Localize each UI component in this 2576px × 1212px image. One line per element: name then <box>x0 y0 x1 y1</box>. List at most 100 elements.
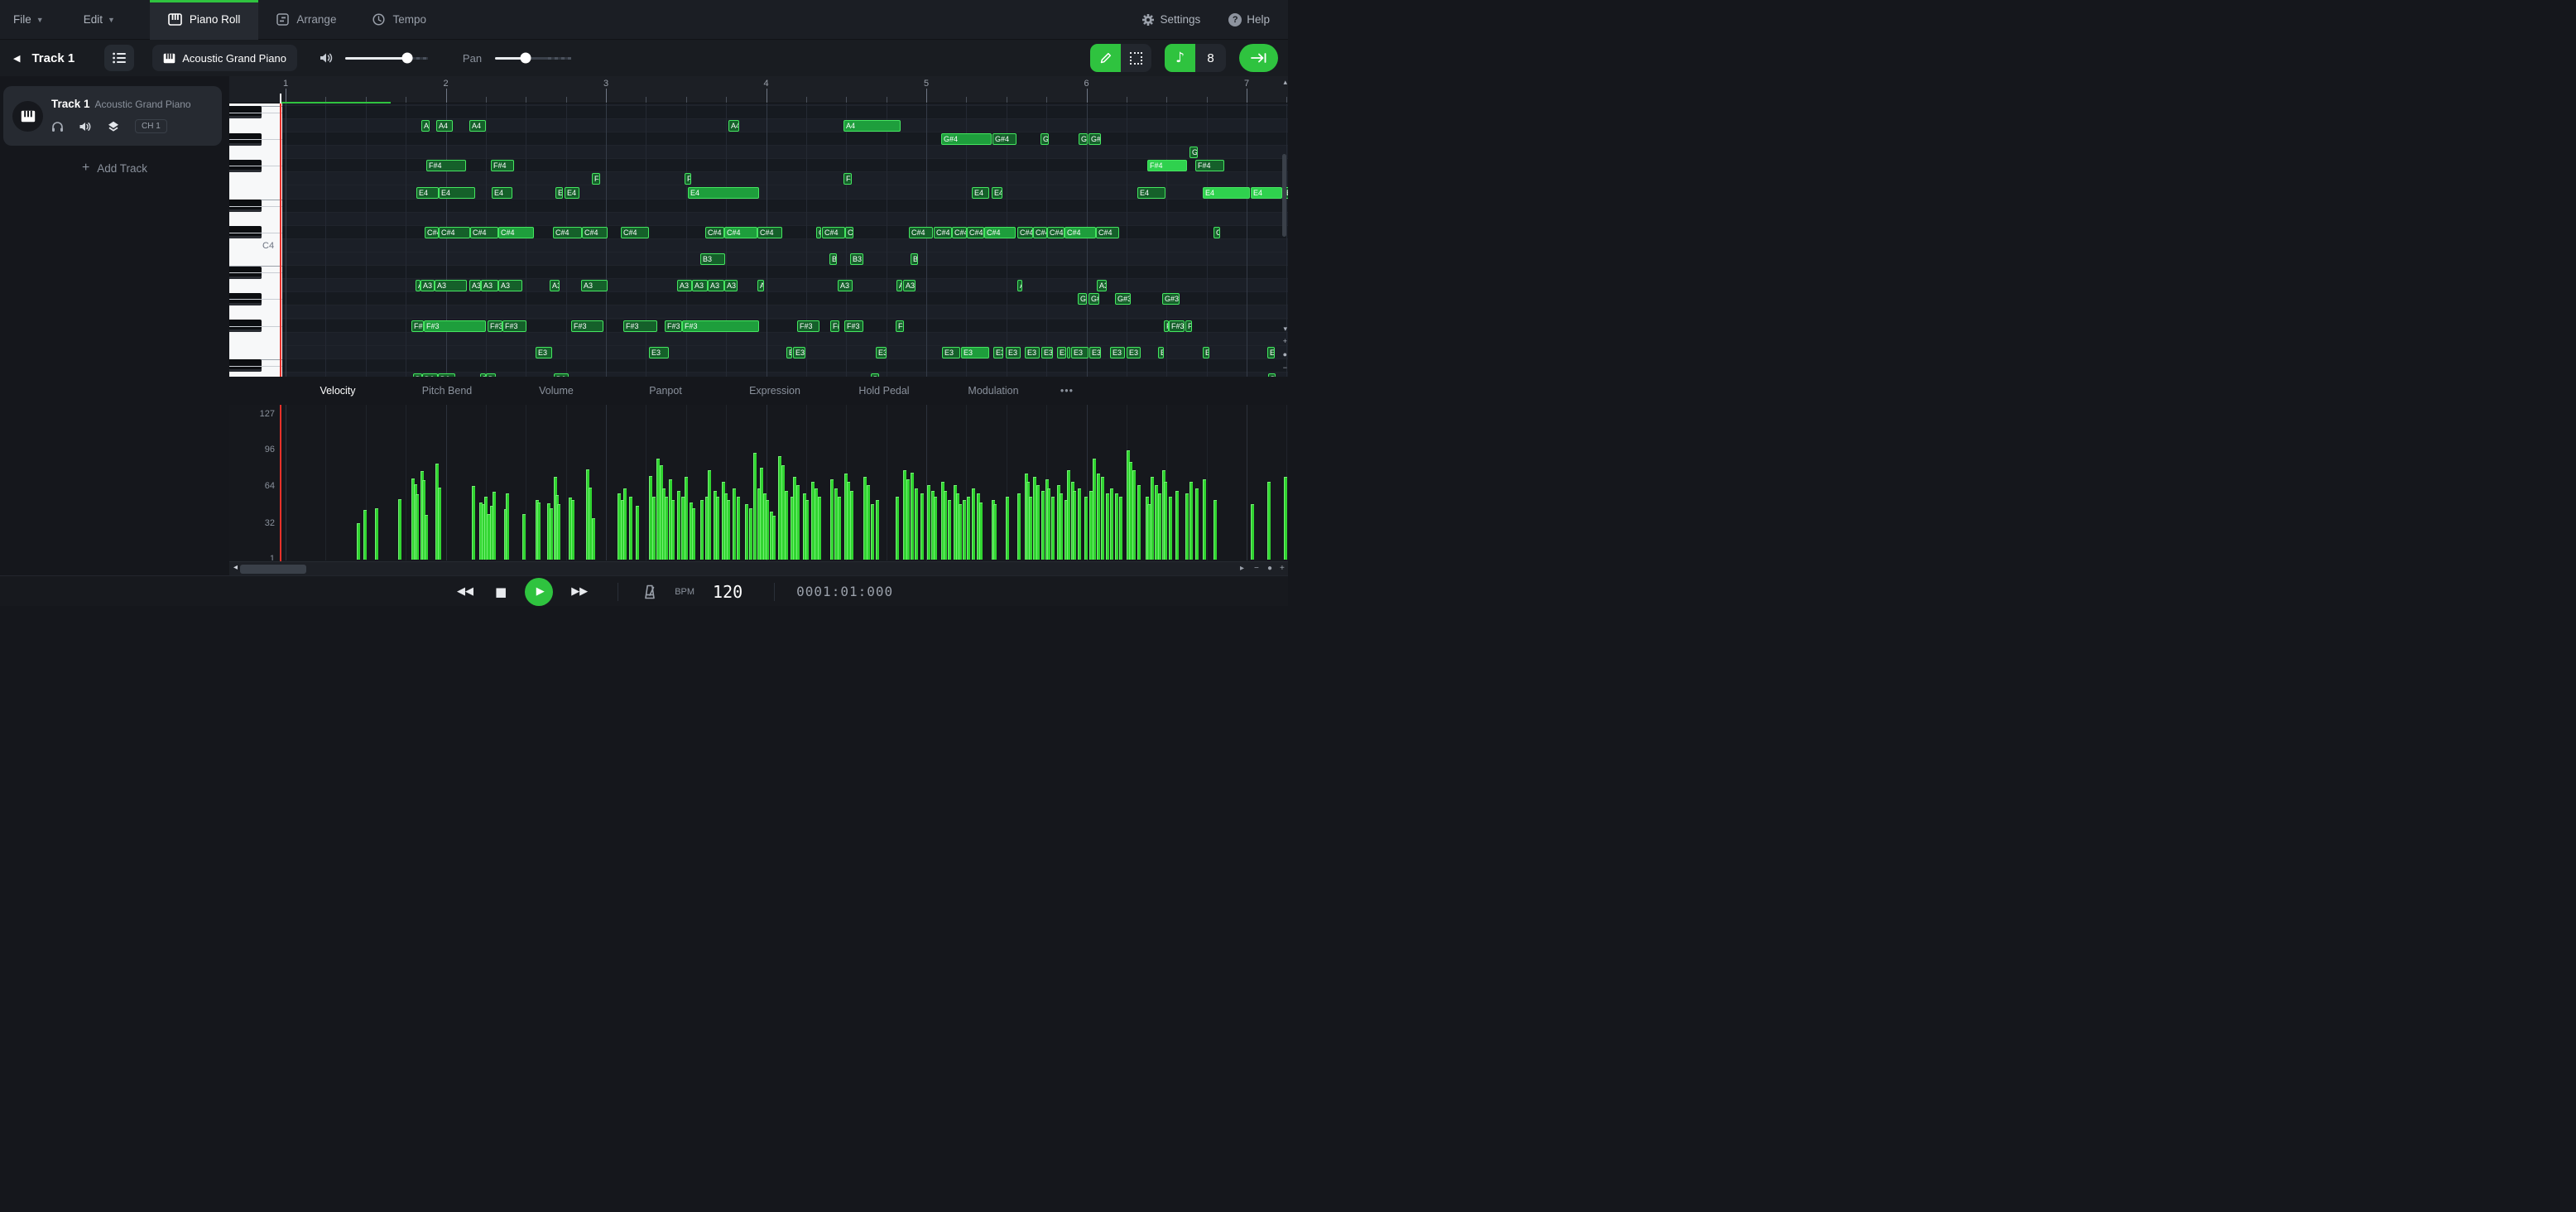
scroll-left-icon[interactable]: ◂ <box>233 563 238 572</box>
velocity-bar[interactable] <box>1060 493 1063 560</box>
midi-note[interactable]: E3 <box>536 347 552 358</box>
velocity-bar[interactable] <box>363 510 367 560</box>
settings-button[interactable]: Settings <box>1141 13 1200 26</box>
midi-note[interactable]: C#4 <box>1214 227 1220 238</box>
lane-tab-expression[interactable]: Expression <box>720 385 829 397</box>
midi-note[interactable]: C#4 <box>822 227 845 238</box>
speaker-icon[interactable] <box>79 121 92 132</box>
velocity-bar[interactable] <box>867 485 870 560</box>
midi-note[interactable]: C#4 <box>967 227 984 238</box>
midi-note[interactable]: E3 <box>1041 347 1053 358</box>
velocity-bar[interactable] <box>506 493 509 560</box>
velocity-bar[interactable] <box>948 500 951 560</box>
midi-note[interactable]: A4 <box>421 120 430 132</box>
velocity-bar[interactable] <box>944 491 947 560</box>
velocity-bar[interactable] <box>1158 493 1161 560</box>
channel-badge[interactable]: CH 1 <box>135 119 167 133</box>
velocity-bar[interactable] <box>357 523 360 560</box>
midi-note[interactable]: E3 <box>793 347 805 358</box>
midi-note[interactable]: A3 <box>481 280 498 291</box>
midi-note[interactable]: E4 <box>439 187 475 199</box>
midi-note[interactable]: A3 <box>692 280 708 291</box>
velocity-bar[interactable] <box>920 493 924 560</box>
velocity-bar[interactable] <box>727 500 730 560</box>
velocity-bar[interactable] <box>700 500 704 560</box>
midi-note[interactable]: C#4 <box>621 227 649 238</box>
velocity-bar[interactable] <box>766 500 769 560</box>
velocity-bar[interactable] <box>850 491 853 560</box>
add-track-button[interactable]: + Add Track <box>0 157 229 179</box>
midi-note[interactable]: G4 <box>1189 147 1198 158</box>
midi-note[interactable]: F4 <box>685 173 691 185</box>
play-button[interactable]: ▶ <box>525 578 553 606</box>
midi-note[interactable]: C#4 <box>498 227 534 238</box>
midi-note[interactable]: F#3 <box>488 320 502 332</box>
velocity-bar[interactable] <box>830 479 834 560</box>
pan-slider[interactable] <box>495 57 571 60</box>
midi-note[interactable]: A3 <box>1097 280 1107 291</box>
midi-note[interactable]: E3 <box>993 347 1003 358</box>
velocity-bar[interactable] <box>1251 504 1254 560</box>
velocity-bar[interactable] <box>671 500 675 560</box>
v-zoom-reset-icon[interactable]: ● <box>1283 350 1287 358</box>
midi-note[interactable]: G#3 <box>1078 293 1087 305</box>
velocity-bar[interactable] <box>915 488 918 560</box>
lane-tab-panpot[interactable]: Panpot <box>611 385 720 397</box>
headphones-icon[interactable] <box>51 121 64 132</box>
instrument-selector[interactable]: Acoustic Grand Piano <box>152 45 297 71</box>
velocity-bar[interactable] <box>1078 488 1081 560</box>
midi-note[interactable]: F#3 <box>1185 320 1192 332</box>
velocity-bar[interactable] <box>745 504 748 560</box>
velocity-bar[interactable] <box>753 453 757 560</box>
midi-note[interactable]: G#4 <box>1040 133 1049 145</box>
midi-note[interactable]: C#4 <box>1065 227 1096 238</box>
midi-note[interactable]: C#4 <box>934 227 952 238</box>
velocity-bar[interactable] <box>493 492 496 560</box>
velocity-bar[interactable] <box>993 504 997 560</box>
midi-note[interactable]: A4 <box>469 120 486 132</box>
scroll-up-icon[interactable]: ▴ <box>1283 78 1287 87</box>
velocity-bar[interactable] <box>557 504 560 560</box>
timeline-ruler[interactable]: 1234567 <box>229 76 1288 103</box>
midi-note[interactable]: F#4 <box>1195 160 1224 171</box>
midi-note[interactable]: C#4 <box>909 227 933 238</box>
midi-note[interactable]: C#4 <box>439 227 470 238</box>
zoom-out-icon[interactable]: − <box>1254 564 1259 573</box>
scroll-down-icon[interactable]: ▾ <box>1283 325 1287 334</box>
midi-note[interactable]: E3 <box>876 347 887 358</box>
playhead-marker[interactable] <box>280 94 281 103</box>
zoom-reset-icon[interactable]: ● <box>1267 564 1272 573</box>
velocity-bar[interactable] <box>1047 488 1050 560</box>
velocity-bar[interactable] <box>785 491 788 560</box>
midi-note[interactable]: E4 <box>492 187 512 199</box>
midi-note[interactable]: E3 <box>786 347 792 358</box>
midi-note[interactable]: E3 <box>1158 347 1164 358</box>
midi-note[interactable]: B3 <box>829 253 837 265</box>
midi-note[interactable]: E4 <box>1251 187 1282 199</box>
velocity-bar[interactable] <box>685 477 688 560</box>
velocity-bar[interactable] <box>571 500 574 560</box>
midi-note[interactable]: A3 <box>757 280 764 291</box>
velocity-bar[interactable] <box>911 473 914 560</box>
velocity-bar[interactable] <box>692 508 695 560</box>
track-list-button[interactable] <box>104 45 134 71</box>
midi-note[interactable]: B3 <box>850 253 863 265</box>
midi-note[interactable]: C#4 <box>425 227 439 238</box>
velocity-bar[interactable] <box>398 499 401 560</box>
lane-tab-more[interactable]: ••• <box>1048 385 1086 397</box>
scroll-right-icon[interactable]: ▸ <box>1240 564 1244 573</box>
midi-note[interactable]: G#3 <box>1089 293 1099 305</box>
midi-note[interactable]: A3 <box>838 280 853 291</box>
midi-note[interactable]: E3 <box>961 347 989 358</box>
velocity-bar[interactable] <box>652 497 656 560</box>
midi-note[interactable]: E3 <box>1071 347 1089 358</box>
velocity-bar[interactable] <box>550 508 553 560</box>
midi-note[interactable]: E4 <box>555 187 563 199</box>
velocity-bar[interactable] <box>772 516 776 560</box>
midi-note[interactable]: E3 <box>1057 347 1066 358</box>
velocity-bar[interactable] <box>871 504 874 560</box>
note-snap-button[interactable]: ♪ <box>1165 44 1195 72</box>
lane-tab-pitch-bend[interactable]: Pitch Bend <box>392 385 502 397</box>
velocity-bar[interactable] <box>522 514 526 560</box>
midi-note[interactable]: B3 <box>700 253 725 265</box>
